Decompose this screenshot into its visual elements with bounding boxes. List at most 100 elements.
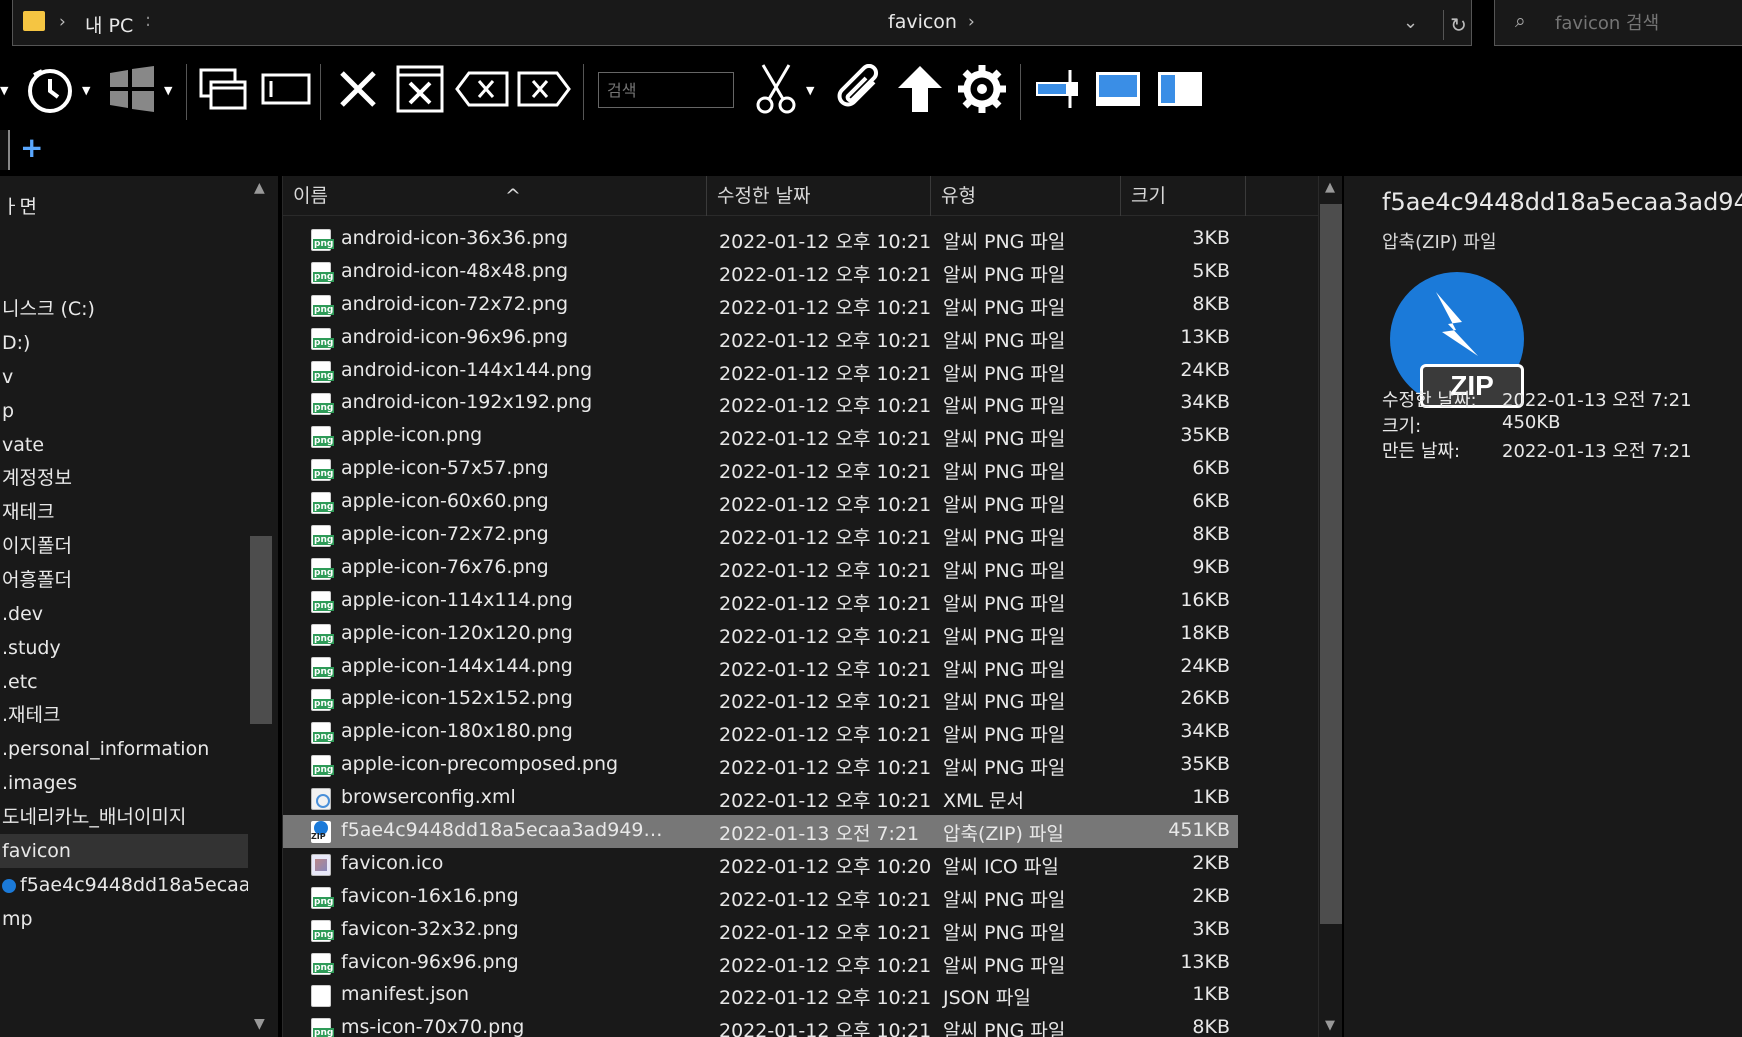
file-row[interactable]: favicon-32x32.png2022-01-12 오후 10:21알씨 P… bbox=[283, 914, 1238, 947]
search-box[interactable]: ⌕ bbox=[1494, 0, 1742, 46]
png-file-icon bbox=[311, 294, 335, 317]
file-row[interactable]: android-icon-36x36.png 2022-01-12 오후 10:2… bbox=[283, 223, 1238, 256]
search-input[interactable] bbox=[1555, 10, 1742, 36]
dropdown-arrow-icon[interactable]: ▼ bbox=[806, 84, 814, 97]
file-row[interactable]: ms-icon-70x70.png2022-01-12 오후 10:21알씨 P… bbox=[283, 1012, 1238, 1037]
dropdown-arrow-icon[interactable]: ▼ bbox=[82, 84, 90, 97]
tab-strip: + bbox=[0, 124, 1742, 174]
file-list-scrollbar[interactable]: ▲ ▼ bbox=[1318, 176, 1342, 1037]
gear-icon[interactable] bbox=[954, 62, 1010, 116]
sidebar-item[interactable]: 니스크 (C:) bbox=[0, 292, 248, 326]
file-row[interactable]: apple-icon.png2022-01-12 오후 10:21알씨 PNG … bbox=[283, 420, 1238, 453]
scroll-up-icon[interactable]: ▲ bbox=[1325, 180, 1335, 195]
close-right-tab-icon[interactable] bbox=[516, 62, 572, 116]
file-row[interactable]: manifest.json 2022-01-12 오후 10:21 JSON 파일 1… bbox=[283, 979, 1238, 1012]
scroll-down-icon[interactable]: ▼ bbox=[254, 1016, 265, 1032]
file-date-modified: 2022-01-12 오후 10:21 bbox=[719, 987, 932, 1010]
file-name: favicon-16x16.png bbox=[341, 884, 519, 907]
file-date-modified: 2022-01-12 오후 10:21 bbox=[719, 559, 932, 582]
column-header-date[interactable]: 수정한 날짜 bbox=[707, 176, 931, 216]
sidebar-item[interactable]: 계정정보 bbox=[0, 461, 248, 495]
tab[interactable] bbox=[0, 130, 10, 170]
file-row[interactable]: apple-icon-76x76.png2022-01-12 오후 10:21알… bbox=[283, 552, 1238, 585]
property-value: 2022-01-13 오전 7:21 bbox=[1502, 441, 1692, 462]
preview-pane-side-icon[interactable] bbox=[1152, 62, 1208, 116]
chevron-right-icon[interactable]: › bbox=[59, 12, 66, 32]
file-row[interactable]: apple-icon-120x120.png 2022-01-12 오후 10:2… bbox=[283, 618, 1238, 651]
paperclip-icon[interactable] bbox=[830, 62, 886, 116]
sidebar-item[interactable]: v bbox=[0, 360, 248, 394]
breadcrumb-current[interactable]: favicon bbox=[888, 11, 957, 33]
history-clock-icon[interactable] bbox=[20, 62, 80, 116]
sidebar-item[interactable]: favicon bbox=[0, 834, 248, 868]
file-row[interactable]: apple-icon-152x152.png 2022-01-12 오후 10:2… bbox=[283, 683, 1238, 716]
address-bar[interactable]: › 내 PC : favicon › ⌄ ↻ bbox=[12, 0, 1472, 46]
file-row[interactable]: android-icon-144x144.png 2022-01-12 오후 10… bbox=[283, 355, 1238, 388]
sidebar-item[interactable]: 도네리카노_배너이미지 bbox=[0, 800, 248, 834]
sidebar-item[interactable]: vate bbox=[0, 428, 248, 462]
toolbar-search-input[interactable] bbox=[599, 73, 733, 107]
sidebar-item[interactable]: 재테크 bbox=[0, 495, 248, 529]
new-tab-icon[interactable] bbox=[258, 62, 314, 116]
refresh-icon[interactable]: ↻ bbox=[1443, 10, 1473, 40]
breadcrumb-root[interactable]: 내 PC bbox=[85, 11, 133, 38]
file-row[interactable]: apple-icon-60x60.png2022-01-12 오후 10:21알… bbox=[283, 486, 1238, 519]
sidebar-item[interactable]: mp bbox=[0, 902, 248, 936]
file-row[interactable]: apple-icon-57x57.png2022-01-12 오후 10:21알… bbox=[283, 453, 1238, 486]
chevron-right-icon[interactable]: › bbox=[968, 12, 975, 32]
file-row[interactable]: favicon-96x96.png2022-01-12 오후 10:21알씨 P… bbox=[283, 947, 1238, 980]
file-row[interactable]: android-icon-192x192.png 2022-01-12 오후 10… bbox=[283, 387, 1238, 420]
windows-icon[interactable] bbox=[104, 62, 160, 116]
file-row[interactable]: apple-icon-144x144.png 2022-01-12 오후 10:2… bbox=[283, 651, 1238, 684]
add-tab-icon[interactable]: + bbox=[20, 134, 43, 162]
sidebar-item[interactable]: D:) bbox=[0, 326, 248, 360]
file-row[interactable]: apple-icon-precomposed.png 2022-01-12 오후 … bbox=[283, 749, 1238, 782]
sidebar-item[interactable]: f5ae4c9448dd18a5ecaa3ad bbox=[0, 868, 248, 902]
file-row[interactable]: favicon-16x16.png2022-01-12 오후 10:21알씨 P… bbox=[283, 881, 1238, 914]
toolbar-search-field[interactable] bbox=[598, 72, 734, 108]
sidebar-item-label: .etc bbox=[2, 671, 38, 693]
property-label: 크기: bbox=[1382, 416, 1422, 437]
sidebar-item[interactable]: .personal_information bbox=[0, 732, 248, 766]
file-row[interactable]: android-icon-72x72.png 2022-01-12 오후 10:2… bbox=[283, 289, 1238, 322]
chevron-down-icon[interactable]: ⌄ bbox=[1403, 12, 1418, 33]
sidebar-item[interactable]: 어흥폴더 bbox=[0, 563, 248, 597]
up-arrow-icon[interactable] bbox=[892, 62, 948, 116]
column-header-size[interactable]: 크기 bbox=[1121, 176, 1246, 216]
scroll-down-icon[interactable]: ▼ bbox=[1325, 1018, 1335, 1033]
file-size: 34KB bbox=[1180, 720, 1230, 743]
sidebar-item[interactable]: p bbox=[0, 394, 248, 428]
sidebar-item[interactable]: 이지폴더 bbox=[0, 529, 248, 563]
scrollbar-thumb[interactable] bbox=[1320, 204, 1342, 924]
file-row[interactable]: apple-icon-72x72.png2022-01-12 오후 10:21알… bbox=[283, 519, 1238, 552]
cut-scissors-icon[interactable] bbox=[748, 62, 804, 116]
sidebar-item[interactable]: .etc bbox=[0, 665, 248, 699]
file-row[interactable]: apple-icon-114x114.png 2022-01-12 오후 10:2… bbox=[283, 585, 1238, 618]
new-window-icon[interactable] bbox=[196, 62, 252, 116]
file-date-modified: 2022-01-12 오후 10:21 bbox=[719, 790, 932, 813]
layout-toggle-icon[interactable] bbox=[1030, 62, 1086, 116]
scroll-up-icon[interactable]: ▲ bbox=[254, 180, 265, 196]
file-row[interactable]: android-icon-48x48.png 2022-01-12 오후 10:2… bbox=[283, 256, 1238, 289]
sidebar-item[interactable]: .dev bbox=[0, 597, 248, 631]
file-row[interactable]: favicon.ico 2022-01-12 오후 10:20 알씨 ICO 파일 2… bbox=[283, 848, 1238, 881]
file-row[interactable]: apple-icon-180x180.png 2022-01-12 오후 10:2… bbox=[283, 716, 1238, 749]
file-row[interactable]: f5ae4c9448dd18a5ecaa3ad949cf2a52.i... 202… bbox=[283, 815, 1238, 848]
file-name: apple-icon.png bbox=[341, 424, 483, 447]
close-window-icon[interactable] bbox=[392, 62, 448, 116]
close-icon[interactable] bbox=[330, 62, 386, 116]
dropdown-arrow-icon[interactable]: ▼ bbox=[164, 84, 172, 97]
file-row[interactable]: browserconfig.xml 2022-01-12 오후 10:21 XML … bbox=[283, 782, 1238, 815]
sidebar-item[interactable]: ㅏ면 bbox=[0, 190, 248, 224]
dropdown-arrow-icon[interactable]: ▼ bbox=[0, 84, 8, 97]
png-file-icon bbox=[311, 459, 335, 482]
sidebar-scrollbar-thumb[interactable] bbox=[250, 536, 272, 724]
preview-pane-top-icon[interactable] bbox=[1090, 62, 1146, 116]
sidebar-item[interactable]: .images bbox=[0, 766, 248, 800]
sidebar-item[interactable]: .재테크 bbox=[0, 698, 248, 732]
file-date-modified: 2022-01-12 오후 10:21 bbox=[719, 954, 932, 977]
column-header-type[interactable]: 유형 bbox=[931, 176, 1121, 216]
close-left-tab-icon[interactable] bbox=[454, 62, 510, 116]
file-row[interactable]: android-icon-96x96.png 2022-01-12 오후 10:2… bbox=[283, 322, 1238, 355]
sidebar-item[interactable]: .study bbox=[0, 631, 248, 665]
